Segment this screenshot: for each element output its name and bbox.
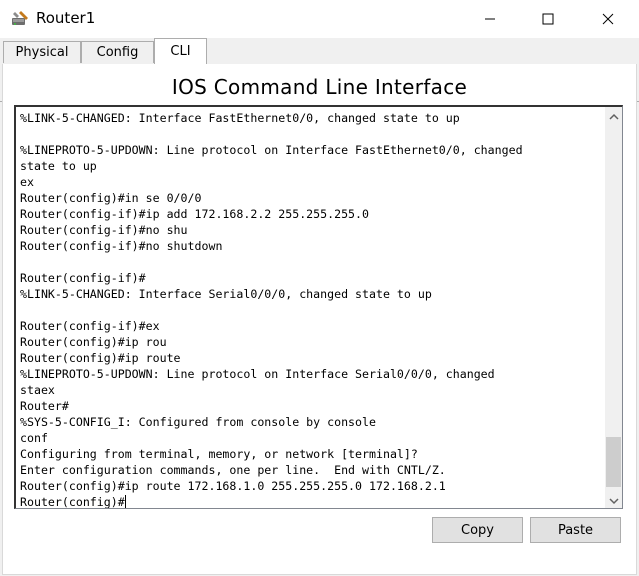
scroll-up-button[interactable] — [605, 107, 622, 124]
tab-config[interactable]: Config — [81, 41, 154, 63]
paste-button[interactable]: Paste — [530, 517, 621, 543]
text-cursor — [124, 495, 126, 508]
tab-label: Physical — [15, 45, 69, 60]
window-title: Router1 — [36, 9, 96, 27]
close-icon — [602, 13, 614, 25]
tab-cli[interactable]: CLI — [154, 38, 207, 64]
tab-bar: Physical Config CLI — [0, 38, 639, 102]
chevron-up-icon — [608, 107, 619, 125]
vertical-scrollbar[interactable] — [605, 107, 622, 508]
copy-button[interactable]: Copy — [432, 517, 523, 543]
scroll-down-button[interactable] — [605, 491, 622, 508]
scroll-thumb[interactable] — [606, 437, 621, 487]
maximize-icon — [542, 13, 554, 25]
terminal-output[interactable]: %LINK-5-CHANGED: Interface FastEthernet0… — [20, 110, 600, 509]
chevron-down-icon — [608, 490, 619, 508]
tab-physical[interactable]: Physical — [3, 41, 81, 63]
cli-terminal[interactable]: %LINK-5-CHANGED: Interface FastEthernet0… — [14, 105, 623, 509]
terminal-text: %LINK-5-CHANGED: Interface FastEthernet0… — [20, 111, 523, 509]
tab-label: Config — [96, 45, 139, 60]
minimize-icon — [484, 13, 496, 25]
title-bar[interactable]: Router1 — [0, 0, 639, 38]
maximize-button[interactable] — [525, 0, 571, 38]
copy-label: Copy — [461, 522, 494, 538]
close-button[interactable] — [585, 0, 631, 38]
minimize-button[interactable] — [467, 0, 513, 38]
router-tools-icon — [10, 9, 30, 29]
router-window: Router1 Physical Config CLI IOS Command … — [0, 0, 639, 576]
paste-label: Paste — [557, 522, 594, 538]
page-title: IOS Command Line Interface — [171, 75, 468, 99]
tab-label: CLI — [170, 44, 191, 59]
